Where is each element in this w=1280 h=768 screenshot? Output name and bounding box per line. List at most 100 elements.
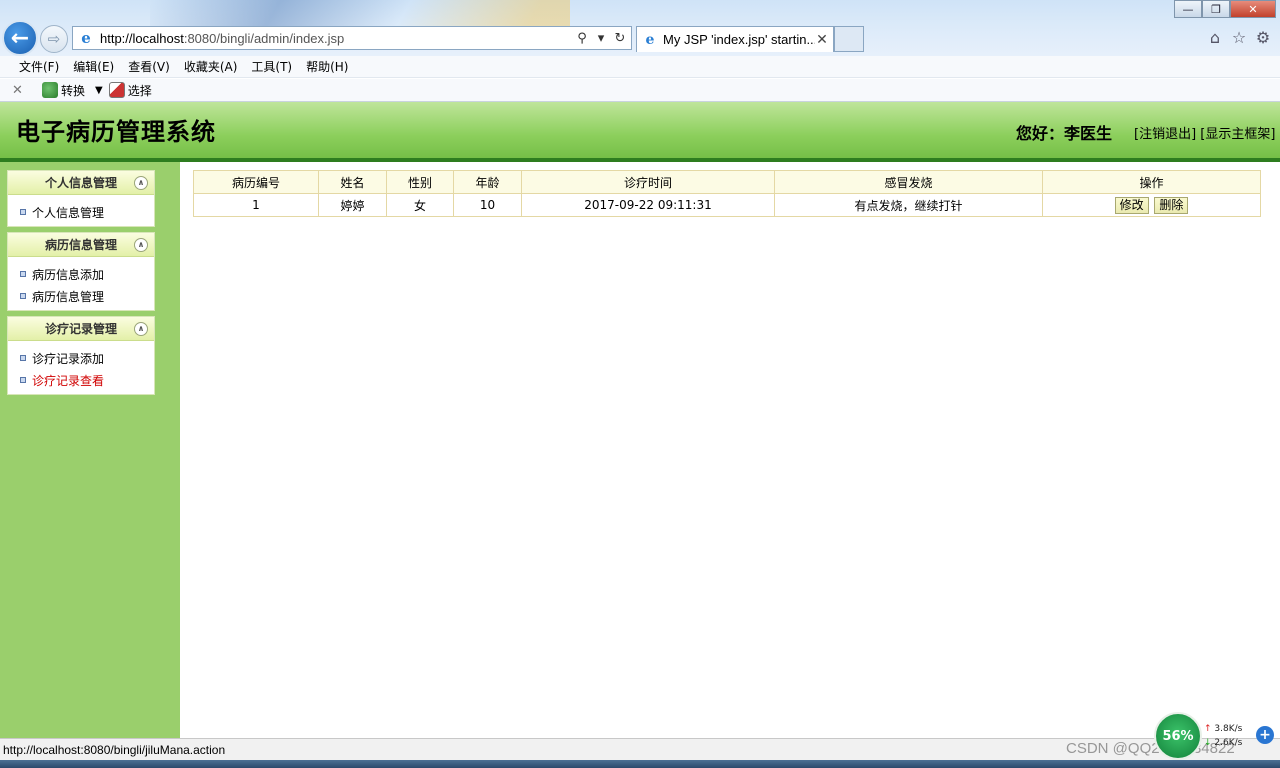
menu-tools[interactable]: 工具(T)	[251, 58, 292, 75]
close-window-button[interactable]: ✕	[1230, 0, 1276, 18]
collapse-icon[interactable]: ∧	[134, 322, 148, 336]
show-frame-link[interactable]: [显示主框架]	[1200, 127, 1275, 142]
sidebar: 个人信息管理 ∧ 个人信息管理 病历信息管理 ∧ 病历信息添加 病历信息管理 诊…	[0, 162, 180, 738]
menu-group-header[interactable]: 病历信息管理 ∧	[8, 233, 154, 257]
minimize-button[interactable]: —	[1174, 0, 1202, 18]
col-header: 感冒发烧	[774, 170, 1043, 194]
delete-button[interactable]: 删除	[1154, 196, 1189, 214]
table-row: 1 婷婷 女 10 2017-09-22 09:11:31 有点发烧，继续打针 …	[193, 193, 1261, 217]
user-greeting: 您好：李医生	[1016, 124, 1113, 143]
address-bar[interactable]: e http://localhost:8080/bingli/admin/ind…	[72, 26, 632, 50]
dropdown-icon[interactable]: ▾	[593, 31, 609, 46]
collapse-icon[interactable]: ∧	[134, 238, 148, 252]
bullet-icon	[20, 209, 26, 215]
url-path: :8080/bingli/admin/index.jsp	[183, 30, 345, 46]
cell-actions: 修改 删除	[1042, 193, 1261, 217]
close-icon[interactable]: ✕	[815, 32, 829, 48]
menu-group-treatment: 诊疗记录管理 ∧ 诊疗记录添加 诊疗记录查看	[7, 316, 155, 395]
sidebar-item-label: 个人信息管理	[32, 205, 105, 220]
network-percent: 56%	[1162, 728, 1194, 744]
convert-button[interactable]: 转换	[42, 82, 85, 99]
ie-icon: e	[81, 29, 91, 47]
col-header: 诊疗时间	[521, 170, 775, 194]
menu-group-title: 诊疗记录管理	[44, 322, 117, 336]
menu-group-personal: 个人信息管理 ∧ 个人信息管理	[7, 170, 155, 227]
select-label: 选择	[127, 83, 152, 98]
sidebar-item-treatment-view[interactable]: 诊疗记录查看	[8, 369, 154, 391]
menu-view[interactable]: 查看(V)	[128, 58, 170, 75]
home-icon[interactable]: ⌂	[1206, 28, 1224, 47]
back-button[interactable]: ←	[2, 20, 38, 56]
command-bar: ✕ 转换 ▼ 选择	[0, 79, 1280, 102]
download-arrow-icon: ↓	[1204, 738, 1212, 748]
menu-group-header[interactable]: 诊疗记录管理 ∧	[8, 317, 154, 341]
convert-icon	[42, 82, 58, 98]
favorites-icon[interactable]: ☆	[1230, 28, 1248, 47]
collapse-icon[interactable]: ∧	[134, 176, 148, 190]
refresh-icon[interactable]: ↻	[612, 31, 628, 46]
close-icon[interactable]: ✕	[12, 83, 26, 98]
cell-note: 有点发烧，继续打针	[774, 193, 1043, 217]
browser-toolbar-icons: ⌂ ☆ ⚙	[1206, 28, 1272, 47]
menu-file[interactable]: 文件(F)	[19, 58, 59, 75]
bullet-icon	[20, 377, 26, 383]
menu-group-title: 病历信息管理	[44, 238, 117, 252]
cell-id: 1	[193, 193, 319, 217]
status-url: http://localhost:8080/bingli/jiluMana.ac…	[3, 742, 226, 757]
maximize-button[interactable]: ❐	[1202, 0, 1230, 18]
upload-arrow-icon: ↑	[1204, 724, 1212, 734]
ie-icon: e	[645, 31, 655, 48]
plus-icon[interactable]: +	[1256, 726, 1274, 744]
sidebar-item-label: 病历信息添加	[32, 267, 105, 282]
col-header: 操作	[1042, 170, 1261, 194]
settings-icon[interactable]: ⚙	[1254, 28, 1272, 47]
cell-name: 婷婷	[318, 193, 387, 217]
cell-time: 2017-09-22 09:11:31	[521, 193, 775, 217]
search-icon[interactable]: ⚲	[574, 31, 590, 46]
main-content: 病历编号 姓名 性别 年龄 诊疗时间 感冒发烧 操作 1 婷婷 女 10 201…	[180, 162, 1280, 738]
col-header: 姓名	[318, 170, 387, 194]
sidebar-item-treatment-add[interactable]: 诊疗记录添加	[8, 347, 154, 369]
forward-button[interactable]: ⇨	[40, 25, 68, 53]
url-host: http://localhost	[100, 30, 184, 46]
sidebar-item-record-manage[interactable]: 病历信息管理	[8, 285, 154, 307]
records-table: 病历编号 姓名 性别 年龄 诊疗时间 感冒发烧 操作 1 婷婷 女 10 201…	[193, 170, 1261, 217]
network-speed: ↑ 3.8K/s ↓ 2.6K/s	[1204, 722, 1254, 750]
select-icon	[108, 82, 125, 98]
bullet-icon	[20, 355, 26, 361]
tab-title: My JSP 'index.jsp' startin...	[663, 32, 815, 47]
col-header: 性别	[386, 170, 454, 194]
taskbar	[0, 760, 1280, 768]
browser-tab[interactable]: e My JSP 'index.jsp' startin... ✕	[636, 26, 834, 52]
logout-link[interactable]: [注销退出]	[1134, 127, 1196, 142]
col-header: 病历编号	[193, 170, 319, 194]
menu-group-header[interactable]: 个人信息管理 ∧	[8, 171, 154, 195]
sidebar-item-label: 诊疗记录添加	[32, 351, 105, 366]
titlebar-decoration	[150, 0, 570, 28]
table-header-row: 病历编号 姓名 性别 年龄 诊疗时间 感冒发烧 操作	[193, 170, 1261, 194]
menu-bar: 文件(F) 编辑(E) 查看(V) 收藏夹(A) 工具(T) 帮助(H)	[0, 56, 1280, 78]
menu-favorites[interactable]: 收藏夹(A)	[184, 58, 238, 75]
bullet-icon	[20, 271, 26, 277]
sidebar-item-label: 诊疗记录查看	[32, 373, 105, 388]
menu-group-title: 个人信息管理	[44, 176, 117, 190]
menu-edit[interactable]: 编辑(E)	[73, 58, 114, 75]
page-title: 电子病历管理系统	[16, 117, 216, 146]
col-header: 年龄	[453, 170, 522, 194]
network-monitor-widget[interactable]: 56%	[1154, 712, 1202, 760]
arrow-left-icon: ←	[10, 25, 30, 51]
sidebar-item-record-add[interactable]: 病历信息添加	[8, 263, 154, 285]
chevron-down-icon[interactable]: ▼	[95, 85, 103, 96]
cell-age: 10	[453, 193, 522, 217]
download-speed: 2.6K/s	[1214, 738, 1243, 748]
menu-group-records: 病历信息管理 ∧ 病历信息添加 病历信息管理	[7, 232, 155, 311]
menu-help[interactable]: 帮助(H)	[306, 58, 348, 75]
arrow-right-icon: ⇨	[47, 30, 61, 48]
upload-speed: 3.8K/s	[1214, 724, 1243, 734]
select-button[interactable]: 选择	[108, 82, 152, 99]
edit-button[interactable]: 修改	[1114, 196, 1149, 214]
new-tab-button[interactable]	[834, 26, 864, 52]
url-text[interactable]: http://localhost:8080/bingli/admin/index…	[100, 31, 574, 46]
header-links: [注销退出] [显示主框架]	[1134, 123, 1275, 142]
sidebar-item-personal-info[interactable]: 个人信息管理	[8, 201, 154, 223]
